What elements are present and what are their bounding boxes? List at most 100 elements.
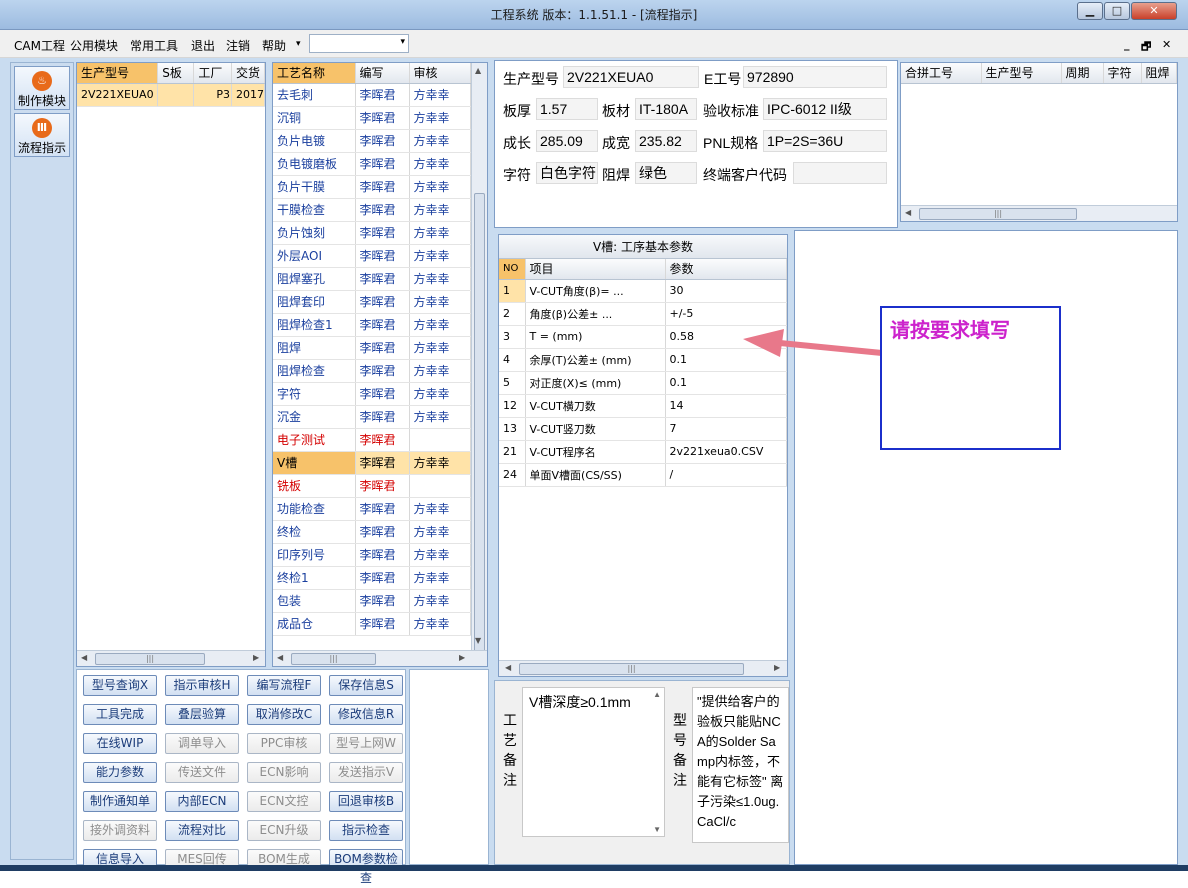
param-value-cell[interactable]: 0.1 — [665, 371, 787, 395]
table-row[interactable]: 干膜检查 李晖君 方幸幸 — [273, 198, 471, 222]
table-row[interactable]: 印序列号 李晖君 方幸幸 — [273, 543, 471, 567]
scroll-right-icon[interactable]: ▶ — [774, 663, 780, 672]
action-button[interactable]: ECN影响 — [247, 762, 321, 783]
table-row[interactable]: 成品仓 李晖君 方幸幸 — [273, 612, 471, 636]
scroll-right-icon[interactable]: ▶ — [253, 653, 259, 662]
table-row[interactable]: 阻焊塞孔 李晖君 方幸幸 — [273, 267, 471, 291]
column-header[interactable]: 合拼工号 — [901, 63, 982, 84]
action-button[interactable]: 传送文件 — [165, 762, 239, 783]
process-remark-field[interactable]: V槽深度≥0.1mm ▲ ▼ — [522, 687, 665, 837]
mask-field[interactable]: 绿色 — [635, 162, 697, 184]
action-button[interactable]: 编写流程F — [247, 675, 321, 696]
scroll-thumb[interactable]: ||| — [95, 653, 205, 665]
horizontal-scrollbar[interactable]: ◀ ||| ▶ — [273, 650, 487, 666]
action-button[interactable]: ECN升级 — [247, 820, 321, 841]
action-button[interactable]: PPC审核 — [247, 733, 321, 754]
action-button[interactable]: 型号上网W — [329, 733, 403, 754]
model-field[interactable]: 2V221XEUA0 — [563, 66, 699, 88]
model-remark-field[interactable]: "提供给客户的验板只能贴NCA的Solder Samp内标签，不能有它标签" 离… — [692, 687, 789, 843]
column-header[interactable]: S板 — [157, 63, 195, 84]
param-value-cell[interactable]: +/-5 — [665, 302, 787, 326]
table-row[interactable]: 沉铜 李晖君 方幸幸 — [273, 106, 471, 130]
length-field[interactable]: 285.09 — [536, 130, 598, 152]
scroll-thumb[interactable] — [474, 193, 485, 666]
scroll-thumb[interactable]: ||| — [919, 208, 1077, 220]
table-row[interactable]: 阻焊套印 李晖君 方幸幸 — [273, 290, 471, 314]
column-header[interactable]: NO — [499, 259, 526, 280]
action-button[interactable]: 流程对比 — [165, 820, 239, 841]
scroll-left-icon[interactable]: ◀ — [905, 208, 911, 217]
nav-flow-instruction[interactable]: Ⅲ 流程指示 — [14, 113, 70, 157]
action-button[interactable]: 保存信息S — [329, 675, 403, 696]
mdi-close-button[interactable]: ✕ — [1162, 38, 1171, 51]
table-row[interactable]: 负片电镀 李晖君 方幸幸 — [273, 129, 471, 153]
scroll-thumb[interactable]: ||| — [291, 653, 376, 665]
param-value-cell[interactable]: 30 — [665, 279, 787, 303]
table-row[interactable]: 电子测试 李晖君 — [273, 428, 471, 452]
customer-field[interactable] — [793, 162, 887, 184]
thickness-field[interactable]: 1.57 — [536, 98, 598, 120]
param-value-cell[interactable]: / — [665, 463, 787, 487]
column-header[interactable]: 字符 — [1103, 63, 1142, 84]
table-row[interactable]: 阻焊 李晖君 方幸幸 — [273, 336, 471, 360]
close-button[interactable]: ✕ — [1131, 2, 1177, 20]
scroll-up-icon[interactable]: ▲ — [653, 690, 661, 699]
char-field[interactable]: 白色字符 — [536, 162, 598, 184]
menu-exit[interactable]: 退出 — [191, 37, 215, 54]
table-row[interactable]: 阻焊检查 李晖君 方幸幸 — [273, 359, 471, 383]
horizontal-scrollbar[interactable]: ◀ ||| — [901, 205, 1177, 221]
column-header[interactable]: 工艺名称 — [273, 63, 356, 84]
menu-common-tools[interactable]: 常用工具 — [130, 37, 178, 54]
scroll-up-icon[interactable]: ▲ — [475, 66, 481, 75]
table-row[interactable]: 13 V-CUT竖刀数 7 — [499, 417, 787, 441]
column-header[interactable]: 工厂 — [193, 63, 232, 84]
action-button[interactable]: 在线WIP — [83, 733, 157, 754]
param-value-cell[interactable]: 7 — [665, 417, 787, 441]
help-dropdown-icon[interactable]: ▾ — [296, 39, 301, 49]
table-row[interactable]: 铣板 李晖君 — [273, 474, 471, 498]
action-button[interactable]: 接外调资料 — [83, 820, 157, 841]
menu-public-modules[interactable]: 公用模块 — [70, 37, 118, 54]
mdi-restore-button[interactable]: 🗗 — [1141, 38, 1151, 57]
table-row[interactable]: 1 V-CUT角度(β)= ... 30 — [499, 279, 787, 303]
scroll-left-icon[interactable]: ◀ — [505, 663, 511, 672]
menu-logout[interactable]: 注销 — [226, 37, 250, 54]
column-header[interactable]: 周期 — [1061, 63, 1104, 84]
action-button[interactable]: 制作通知单 — [83, 791, 157, 812]
mdi-minimize-button[interactable]: _ — [1124, 38, 1130, 51]
scroll-right-icon[interactable]: ▶ — [459, 653, 465, 662]
eno-field[interactable]: 972890 — [743, 66, 887, 88]
action-button[interactable]: 指示检查 — [329, 820, 403, 841]
action-button[interactable]: ECN文控 — [247, 791, 321, 812]
param-value-cell[interactable]: 14 — [665, 394, 787, 418]
column-header[interactable]: 生产型号 — [981, 63, 1062, 84]
table-row[interactable]: 负电镀磨板 李晖君 方幸幸 — [273, 152, 471, 176]
action-button[interactable]: 发送指示V — [329, 762, 403, 783]
table-row[interactable]: 字符 李晖君 方幸幸 — [273, 382, 471, 406]
scroll-left-icon[interactable]: ◀ — [81, 653, 87, 662]
horizontal-scrollbar[interactable]: ◀ ||| ▶ — [499, 660, 787, 676]
action-button[interactable]: 能力参数 — [83, 762, 157, 783]
table-row[interactable]: V槽 李晖君 方幸幸 — [273, 451, 471, 475]
column-header[interactable]: 编写 — [355, 63, 410, 84]
action-button[interactable]: 调单导入 — [165, 733, 239, 754]
maximize-button[interactable]: □ — [1104, 2, 1130, 20]
vertical-scrollbar[interactable]: ▲ ▼ — [471, 63, 487, 666]
horizontal-scrollbar[interactable]: ◀ ||| ▶ — [77, 650, 265, 666]
column-header[interactable]: 生产型号 — [77, 63, 159, 84]
table-row[interactable]: 5 对正度(X)≤ (mm) 0.1 — [499, 371, 787, 395]
column-header[interactable]: 参数 — [665, 259, 787, 280]
table-row[interactable]: 终检1 李晖君 方幸幸 — [273, 566, 471, 590]
column-header[interactable]: 审核 — [409, 63, 471, 84]
action-button[interactable]: 修改信息R — [329, 704, 403, 725]
table-row[interactable]: 阻焊检查1 李晖君 方幸幸 — [273, 313, 471, 337]
column-header[interactable]: 交货 — [231, 63, 265, 84]
param-value-cell[interactable]: 2v221xeua0.CSV — [665, 440, 787, 464]
action-button[interactable]: 取消修改C — [247, 704, 321, 725]
minimize-button[interactable]: ▁ — [1077, 2, 1103, 20]
menu-cam[interactable]: CAM工程 — [14, 37, 65, 54]
table-row[interactable]: 功能检查 李晖君 方幸幸 — [273, 497, 471, 521]
table-row[interactable]: 终检 李晖君 方幸幸 — [273, 520, 471, 544]
scroll-thumb[interactable]: ||| — [519, 663, 744, 675]
table-row[interactable]: 去毛刺 李晖君 方幸幸 — [273, 83, 471, 107]
